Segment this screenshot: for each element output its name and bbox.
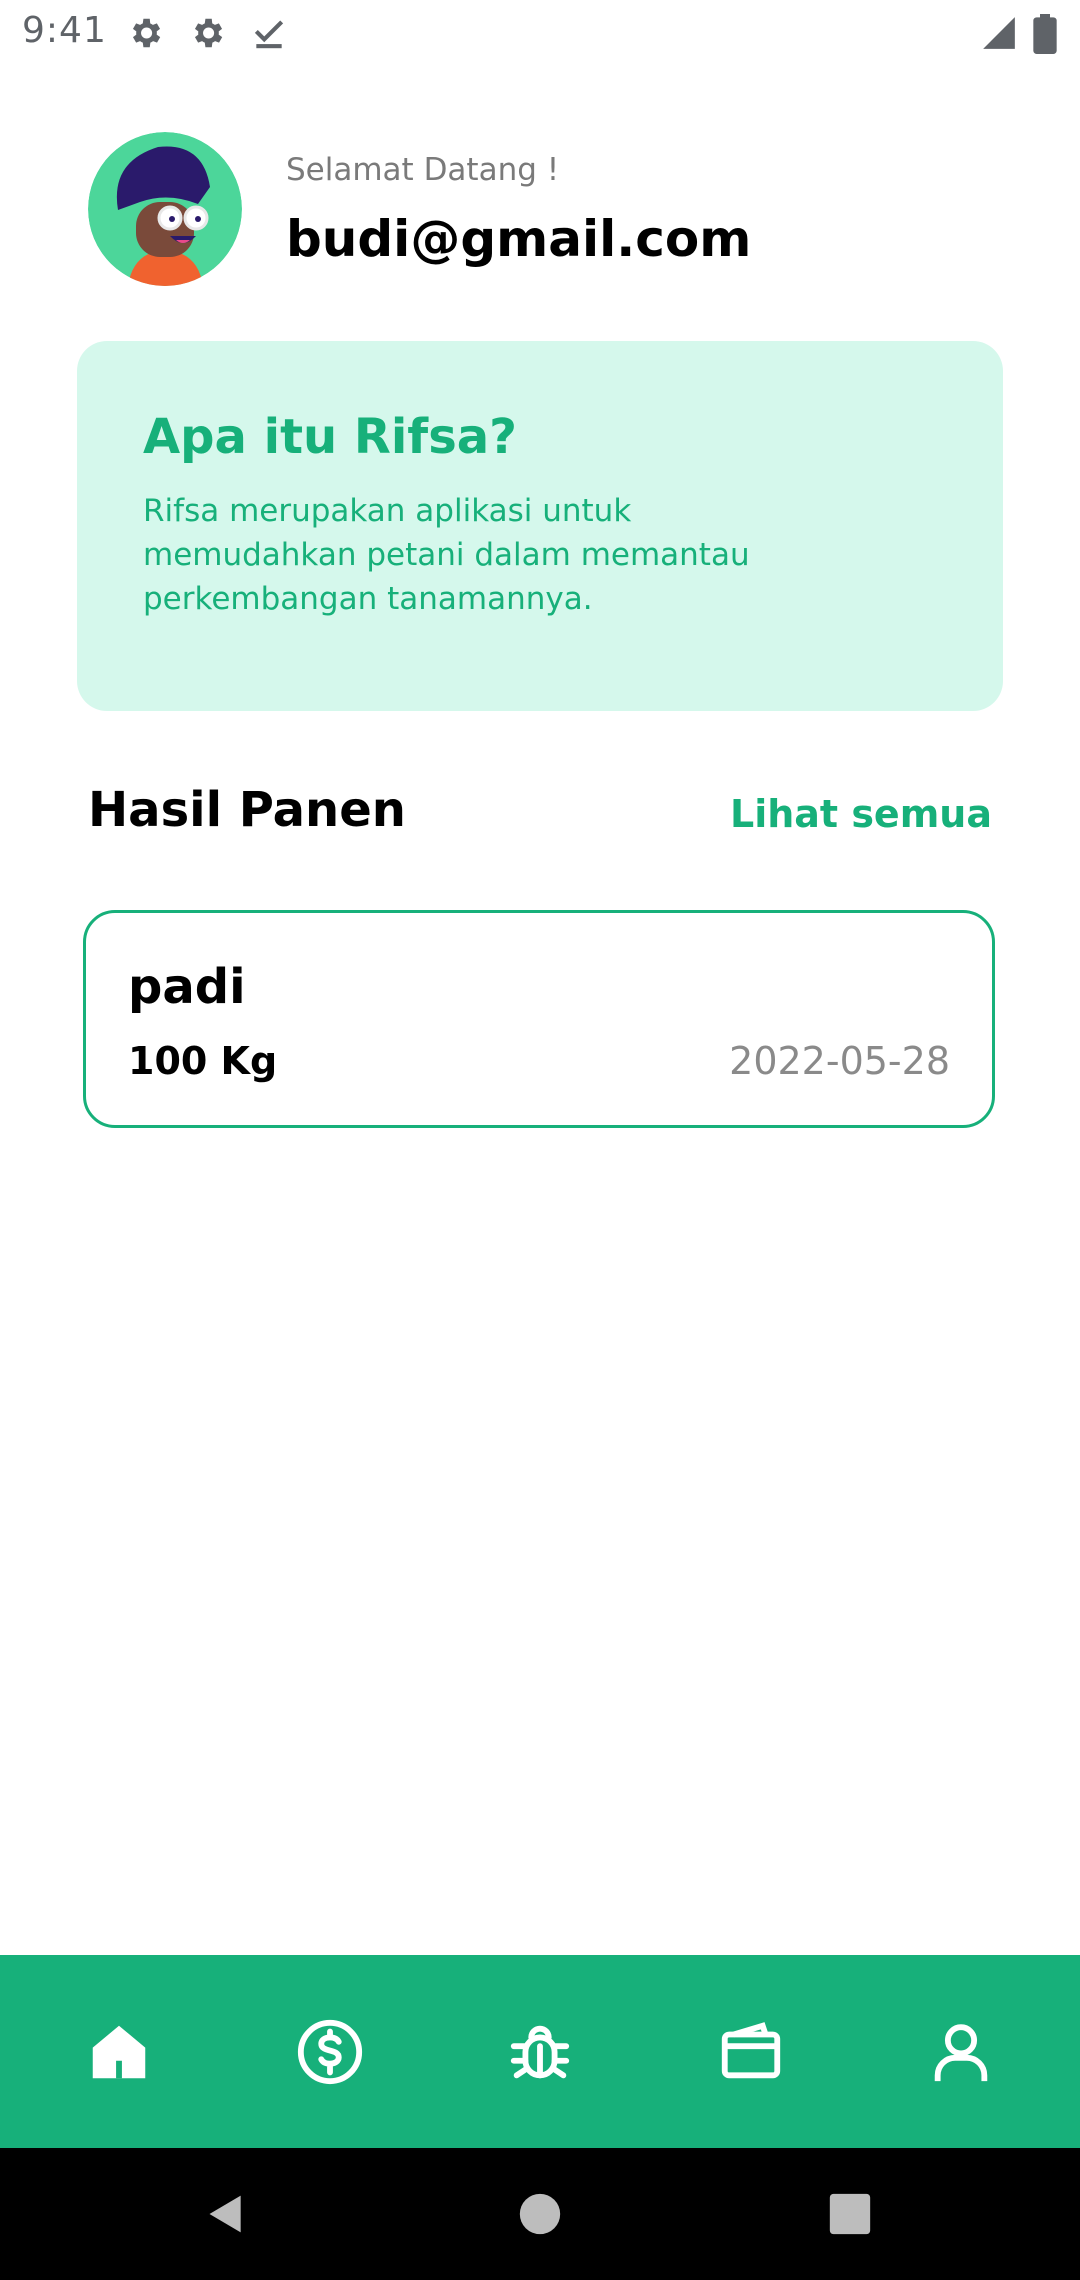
nav-profile[interactable] (926, 2017, 996, 2087)
system-nav-bar (0, 2148, 1080, 2280)
profile-header: Selamat Datang ! budi@gmail.com (88, 132, 988, 286)
info-card: Apa itu Rifsa? Rifsa merupakan aplikasi … (77, 341, 1003, 711)
status-bar: 9:41 (0, 0, 1080, 66)
avatar-illustration (88, 132, 242, 286)
greeting-text: Selamat Datang ! (286, 152, 560, 188)
see-all-link[interactable]: Lihat semua (730, 792, 992, 836)
recents-square-icon[interactable] (828, 2192, 872, 2236)
dollar-icon (297, 2019, 363, 2085)
back-icon[interactable] (204, 2192, 248, 2236)
info-card-body: Rifsa merupakan aplikasi untuk memudahka… (143, 493, 750, 617)
gear-icon (194, 18, 223, 48)
status-time: 9:41 (22, 10, 107, 51)
section-title: Hasil Panen (88, 782, 406, 838)
signal-icon (983, 17, 1015, 49)
battery-icon (1033, 14, 1057, 54)
nav-pest[interactable] (505, 2017, 575, 2087)
bottom-nav (0, 1955, 1080, 2148)
nav-home[interactable] (84, 2017, 154, 2087)
home-icon (92, 2025, 146, 2079)
nav-finance[interactable] (295, 2017, 365, 2087)
user-email: budi@gmail.com (286, 210, 752, 268)
user-icon (934, 2024, 988, 2082)
nav-wallet[interactable] (716, 2017, 786, 2087)
wallet-icon (721, 2022, 781, 2079)
info-card-title: Apa itu Rifsa? (143, 409, 517, 465)
avatar (88, 132, 242, 286)
download-done-icon (254, 20, 284, 49)
harvest-date: 2022-05-28 (729, 1039, 950, 1083)
harvest-quantity: 100 Kg (128, 1039, 278, 1083)
bug-icon (510, 2025, 570, 2079)
harvest-card[interactable]: padi 100 Kg 2022-05-28 (83, 910, 995, 1128)
harvest-name: padi (128, 959, 246, 1015)
home-circle-icon[interactable] (518, 2192, 562, 2236)
gear-icon (132, 18, 161, 48)
